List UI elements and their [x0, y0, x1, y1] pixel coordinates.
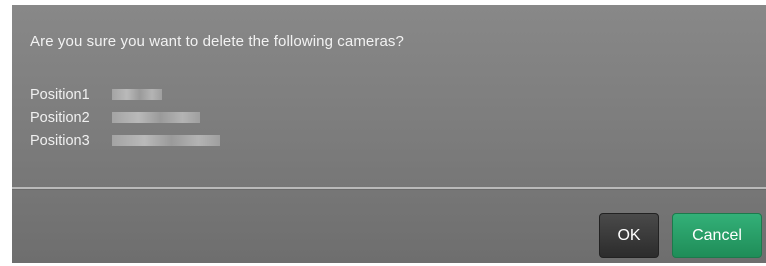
ok-button[interactable]: OK	[599, 213, 659, 258]
redacted-camera-detail	[112, 89, 162, 100]
camera-list-item: Position1	[30, 83, 220, 106]
camera-name: Position1	[30, 86, 90, 103]
delete-cameras-dialog: Are you sure you want to delete the foll…	[12, 5, 766, 263]
camera-list-item: Position2	[30, 106, 220, 129]
confirmation-message: Are you sure you want to delete the foll…	[30, 33, 404, 50]
camera-name: Position3	[30, 132, 90, 149]
dialog-footer: OK Cancel	[12, 190, 766, 263]
redacted-camera-detail	[112, 112, 200, 123]
redacted-camera-detail	[112, 135, 220, 146]
cancel-button[interactable]: Cancel	[672, 213, 762, 258]
camera-name: Position2	[30, 109, 90, 126]
camera-list: Position1 Position2 Position3	[30, 83, 220, 152]
camera-list-item: Position3	[30, 129, 220, 152]
